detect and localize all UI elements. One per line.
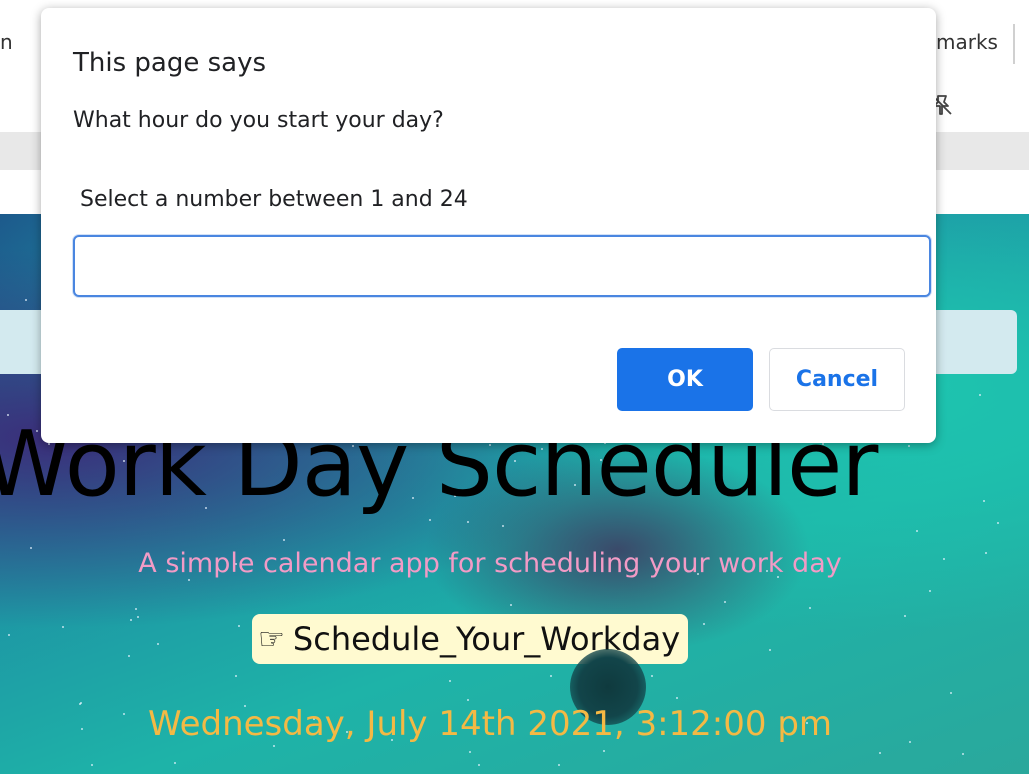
star	[651, 675, 653, 677]
star	[558, 764, 560, 766]
star	[809, 607, 811, 609]
star	[904, 615, 906, 617]
star	[128, 655, 130, 657]
star	[950, 692, 952, 694]
star	[676, 697, 678, 699]
star	[997, 522, 999, 524]
star	[137, 616, 139, 618]
star	[983, 500, 985, 502]
star	[916, 530, 918, 532]
bookmarks-label[interactable]: marks	[936, 30, 998, 54]
star	[510, 604, 512, 606]
thumbs-up-point-icon: ☞	[258, 621, 285, 657]
prompt-dialog: This page says What hour do you start yo…	[41, 8, 936, 443]
hour-input[interactable]	[73, 235, 931, 297]
dialog-hint: Select a number between 1 and 24	[80, 187, 468, 212]
star	[478, 764, 480, 766]
star	[157, 643, 159, 645]
star	[879, 752, 881, 754]
star	[703, 623, 705, 625]
star	[91, 764, 93, 766]
star	[188, 579, 190, 581]
star	[135, 608, 137, 610]
star	[467, 699, 469, 701]
dialog-message: What hour do you start your day?	[73, 108, 444, 133]
star	[62, 626, 64, 628]
star	[979, 394, 981, 396]
star	[8, 634, 10, 636]
star	[25, 299, 27, 301]
star	[724, 601, 726, 603]
star	[235, 675, 237, 677]
star	[985, 552, 987, 554]
star	[174, 762, 176, 764]
star	[962, 753, 964, 755]
star	[449, 680, 451, 682]
ok-button[interactable]: OK	[617, 348, 753, 411]
page-subtitle: A simple calendar app for scheduling you…	[138, 548, 842, 579]
star	[469, 751, 471, 753]
tabstrip-divider	[1013, 24, 1015, 64]
star	[929, 590, 931, 592]
tab-label-fragment[interactable]: n	[0, 30, 13, 54]
cancel-button[interactable]: Cancel	[769, 348, 905, 411]
star	[273, 745, 275, 747]
star	[550, 675, 552, 677]
star	[238, 625, 240, 627]
star	[130, 619, 132, 621]
star	[603, 750, 605, 752]
star	[502, 525, 504, 527]
star	[467, 521, 469, 523]
star	[283, 539, 285, 541]
dialog-title: This page says	[73, 48, 267, 78]
star	[769, 649, 771, 651]
star	[908, 445, 910, 447]
current-date: Wednesday, July 14th 2021, 3:12:00 pm	[147, 704, 833, 744]
